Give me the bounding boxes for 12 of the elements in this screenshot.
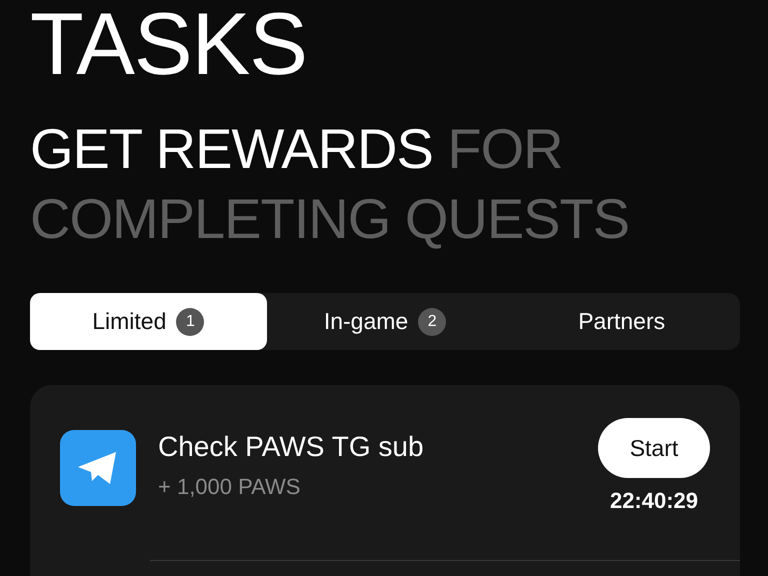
count-badge: 1 xyxy=(176,308,204,336)
task-reward: + 1,000 PAWS xyxy=(158,474,302,500)
tab[interactable]: Partners xyxy=(503,293,740,350)
start-button[interactable]: Start xyxy=(598,418,710,478)
tab[interactable]: Limited 1 xyxy=(30,293,267,350)
page-title: TASKS xyxy=(30,0,308,88)
paper-plane-icon xyxy=(60,430,136,506)
countdown-timer: 22:40:29 xyxy=(610,488,698,514)
page-heading: GET REWARDS FOR COMPLETING QUESTS xyxy=(30,116,630,252)
tab[interactable]: In-game 2 xyxy=(266,293,504,350)
count-badge: 2 xyxy=(418,308,446,336)
task-title: Check PAWS TG sub xyxy=(158,430,425,464)
